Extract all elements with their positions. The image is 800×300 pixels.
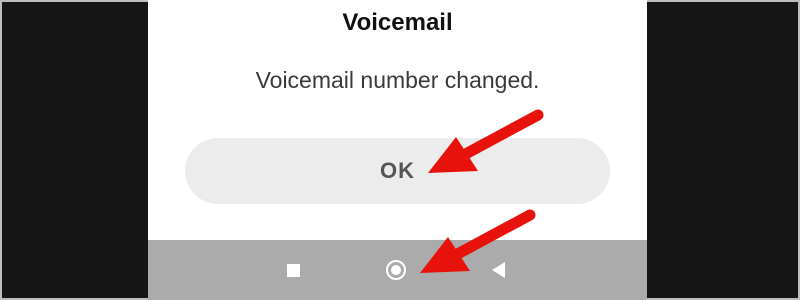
dialog-message: Voicemail number changed. [255,67,540,93]
arrow-to-home-icon [420,209,536,273]
phone-screen: Voicemail Voicemail number changed. OK [148,0,647,300]
navigation-bar [148,240,647,300]
voicemail-dialog: Voicemail Voicemail number changed. OK [148,0,647,240]
dialog-title: Voicemail [342,9,453,36]
square-recent-apps-icon [286,263,300,277]
circle-home-icon [386,260,406,280]
arrow-to-ok-icon [428,109,544,173]
recent-apps-button[interactable] [268,240,318,300]
